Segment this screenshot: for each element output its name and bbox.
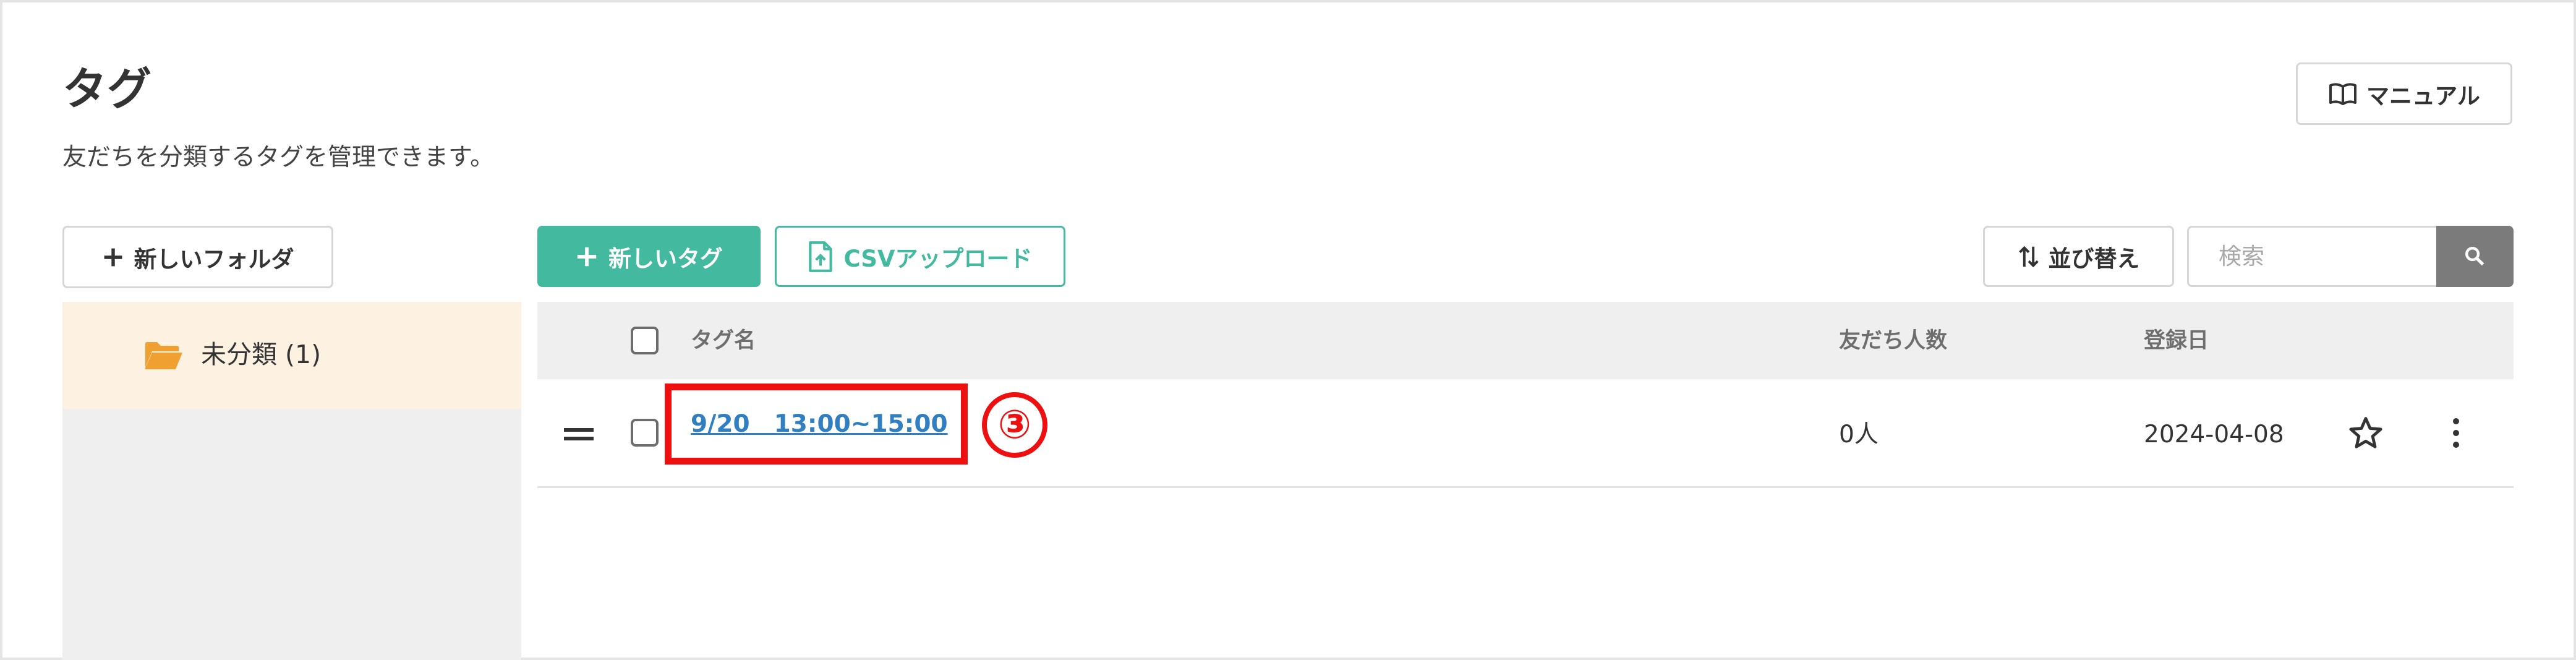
new-tag-label: 新しいタグ (608, 245, 723, 272)
column-header-tag-name: タグ名 (691, 328, 756, 353)
folder-open-icon (145, 342, 182, 369)
manual-button[interactable]: マニュアル (2296, 62, 2512, 125)
registered-date-cell: 2024-04-08 (2144, 421, 2284, 448)
page-subtitle: 友だちを分類するタグを管理できます。 (62, 144, 495, 171)
search-button[interactable] (2436, 226, 2514, 287)
file-upload-icon (809, 241, 833, 272)
manual-button-label: マニュアル (2366, 82, 2480, 109)
csv-upload-button[interactable]: CSVアップロード (775, 226, 1065, 287)
book-icon (2329, 82, 2357, 105)
new-folder-label: 新しいフォルダ (134, 246, 294, 273)
table-header (537, 302, 2514, 379)
friend-count-cell: 0人 (1839, 421, 1879, 448)
column-header-registered-date: 登録日 (2144, 328, 2209, 353)
new-folder-button[interactable]: 新しいフォルダ (62, 226, 333, 288)
row-checkbox[interactable] (631, 419, 659, 447)
highlight-box (665, 384, 968, 465)
search-input[interactable] (2187, 226, 2437, 287)
column-header-friend-count: 友だち人数 (1839, 328, 1948, 353)
sort-label: 並び替え (2048, 245, 2140, 272)
sort-icon (2018, 246, 2039, 267)
step-callout: ③ (982, 392, 1047, 458)
more-options-icon[interactable] (2449, 416, 2463, 450)
search-icon (2465, 247, 2484, 266)
row-divider (537, 486, 2514, 488)
new-tag-button[interactable]: 新しいタグ (537, 226, 761, 287)
select-all-checkbox[interactable] (631, 327, 659, 354)
star-icon[interactable] (2348, 416, 2384, 450)
page-title: タグ (62, 63, 152, 115)
sort-button[interactable]: 並び替え (1983, 226, 2174, 287)
plus-icon (577, 247, 597, 266)
sidebar-item-label: 未分類 (1) (201, 340, 322, 369)
csv-upload-label: CSVアップロード (843, 245, 1033, 272)
plus-icon (104, 248, 122, 266)
drag-handle-icon[interactable] (564, 427, 594, 442)
